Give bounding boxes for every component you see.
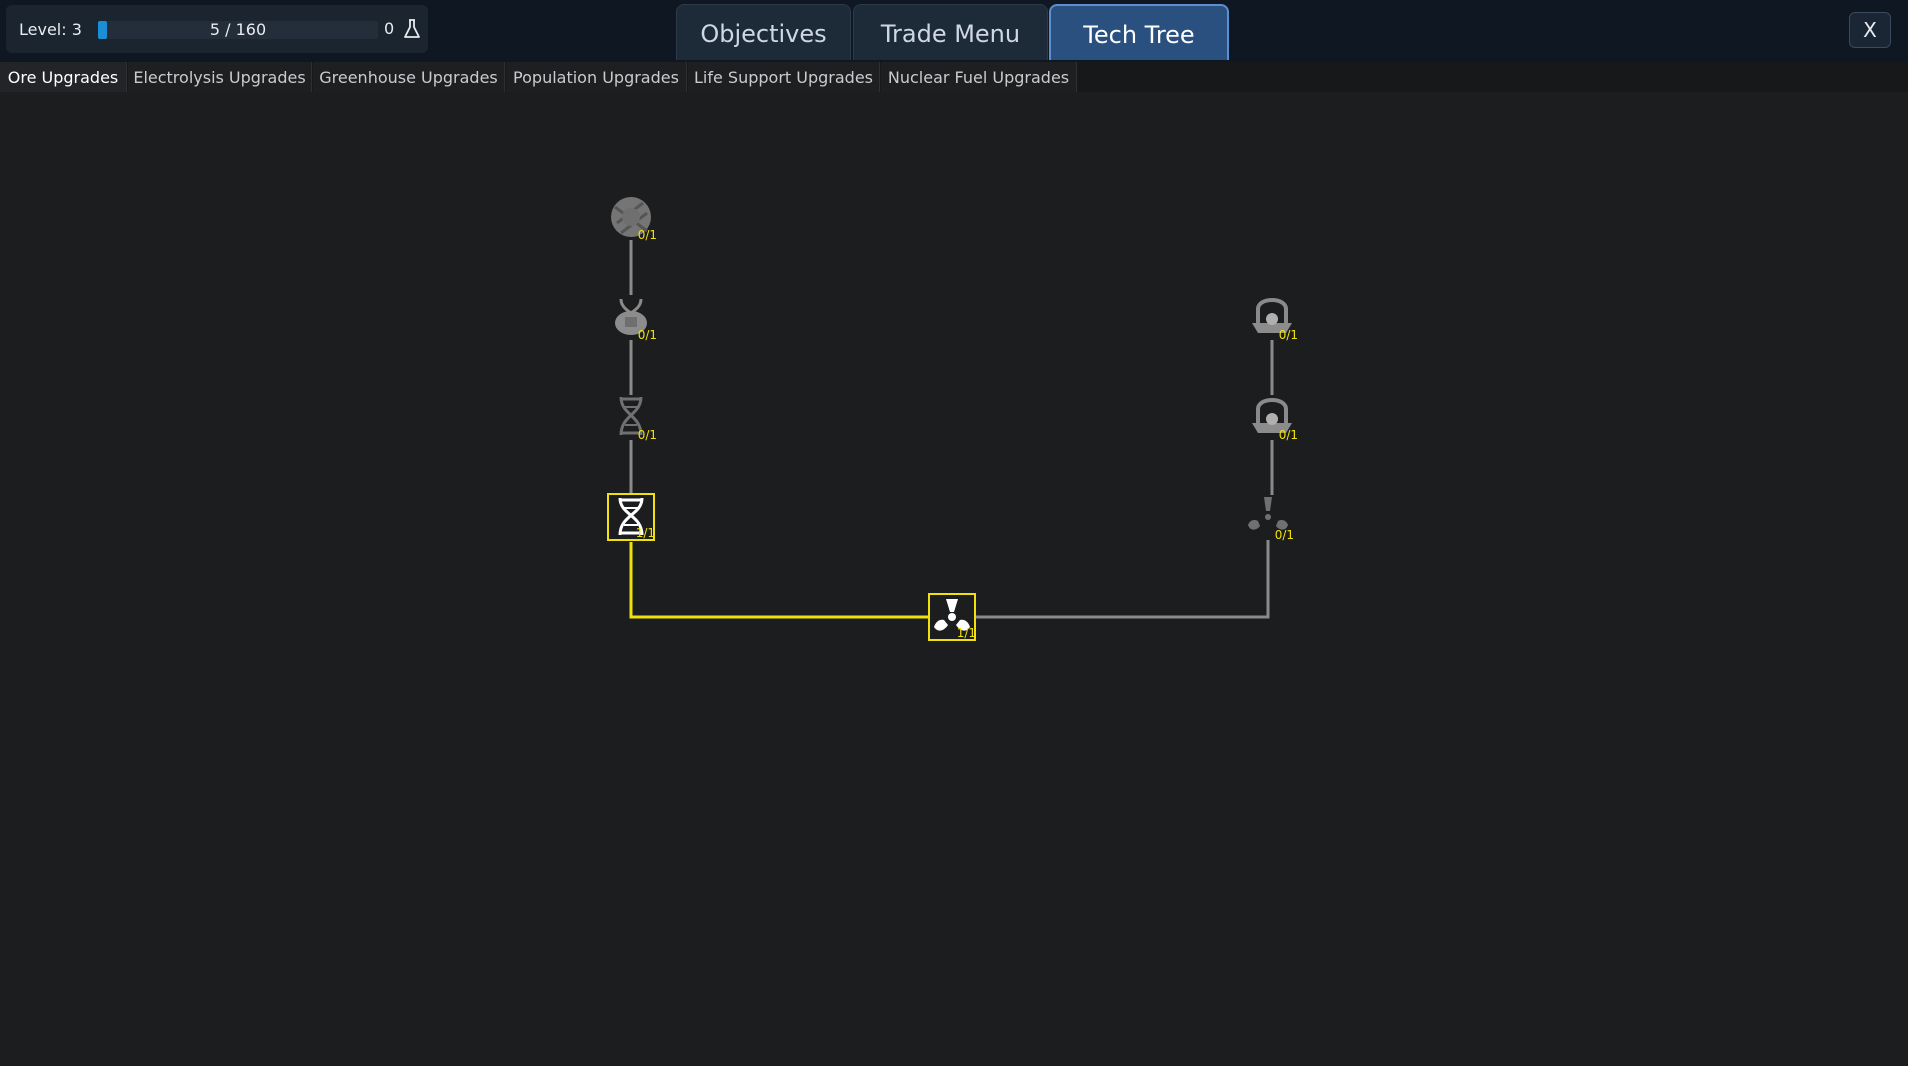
link-radiation-right — [976, 540, 1270, 619]
dna-node[interactable]: 1/1 — [607, 493, 655, 541]
link-dna-radiation — [629, 542, 928, 619]
node-count: 0/1 — [1278, 328, 1298, 342]
radiation-dim-node[interactable]: 0/1 — [1244, 493, 1294, 542]
node-count: 1/1 — [635, 526, 655, 540]
gene-lock-node[interactable]: 0/1 — [607, 293, 657, 342]
shielded-radiation-node-1[interactable]: 0/1 — [1248, 293, 1298, 342]
dna-dim-node[interactable]: 0/1 — [607, 393, 657, 442]
node-count: 0/1 — [1278, 428, 1298, 442]
node-count: 0/1 — [1274, 528, 1294, 542]
node-count: 0/1 — [637, 228, 657, 242]
radiation-node[interactable]: 1/1 — [928, 593, 976, 641]
shielded-radiation-node-2[interactable]: 0/1 — [1248, 393, 1298, 442]
node-count: 0/1 — [637, 328, 657, 342]
node-count: 0/1 — [637, 428, 657, 442]
tech-tree-links — [629, 240, 1274, 619]
node-count: 1/1 — [956, 626, 976, 640]
mutation-node[interactable]: 0/1 — [607, 193, 657, 242]
